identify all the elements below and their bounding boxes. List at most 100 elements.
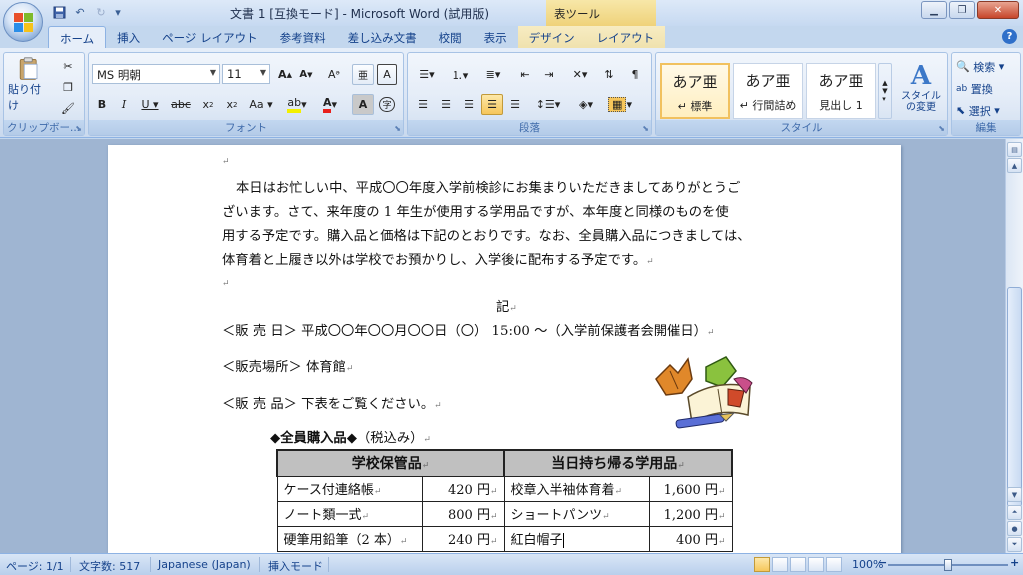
- next-page-icon[interactable]: ⏷: [1007, 537, 1022, 552]
- document-page[interactable]: ↵ 本日はお忙しい中、平成〇〇年度入学前検診にお集まりいただきましてありがとうご…: [108, 145, 901, 553]
- header-school-kept[interactable]: 学校保管品↵: [276, 449, 505, 477]
- draft-view-icon[interactable]: [826, 557, 842, 572]
- table-cell-price[interactable]: 240 円↵: [421, 525, 505, 552]
- previous-page-icon[interactable]: ⏶: [1007, 505, 1022, 520]
- subscript-icon[interactable]: x2: [197, 94, 219, 115]
- bold-icon[interactable]: B: [92, 94, 112, 115]
- find-button[interactable]: 🔍 検索 ▾: [955, 56, 1019, 77]
- table-cell[interactable]: 校章入半袖体育着↵: [503, 475, 650, 502]
- increase-indent-icon[interactable]: ⇥: [538, 64, 560, 85]
- phonetic-guide-icon[interactable]: 亜: [352, 64, 374, 85]
- enclose-characters-icon[interactable]: 字: [377, 94, 397, 115]
- style-no-spacing[interactable]: あア亜 ↵ 行間詰め: [733, 63, 803, 119]
- font-color-icon[interactable]: A ▾: [315, 94, 345, 115]
- styles-gallery-scroll[interactable]: ▲ ▼ ▾: [878, 63, 892, 119]
- zoom-out-icon[interactable]: −: [878, 556, 887, 569]
- scroll-down-icon[interactable]: ▼: [1007, 487, 1022, 502]
- tab-references[interactable]: 参考資料: [269, 26, 337, 49]
- table-cell-price[interactable]: 420 円↵: [421, 475, 505, 502]
- browse-object-icon[interactable]: ●: [1007, 521, 1022, 536]
- shading-icon[interactable]: ◈▾: [570, 94, 602, 115]
- paragraph-launcher-icon[interactable]: ⬊: [642, 124, 649, 133]
- print-layout-view-icon[interactable]: [754, 557, 770, 572]
- table-cell[interactable]: ショートパンツ↵: [503, 500, 650, 527]
- qat-customize-icon[interactable]: ▾: [113, 4, 123, 21]
- scroll-up-icon[interactable]: ▲: [1007, 158, 1022, 173]
- ruler-toggle-icon[interactable]: ▤: [1007, 142, 1022, 157]
- full-screen-reading-view-icon[interactable]: [772, 557, 788, 572]
- format-painter-icon[interactable]: 🖌: [58, 98, 78, 119]
- tab-page-layout[interactable]: ページ レイアウト: [151, 26, 268, 49]
- tab-home[interactable]: ホーム: [48, 26, 107, 49]
- table-cell-price[interactable]: 800 円↵: [421, 500, 505, 527]
- asian-layout-icon[interactable]: ✕▾: [565, 64, 595, 85]
- select-button[interactable]: ⬉ 選択 ▾: [955, 100, 1019, 121]
- align-right-icon[interactable]: ☰: [458, 94, 480, 115]
- font-size-combo[interactable]: 11 ▼: [222, 64, 270, 84]
- tab-view[interactable]: 表示: [473, 26, 518, 49]
- undo-icon[interactable]: ↶: [71, 4, 89, 21]
- table-cell[interactable]: ノート類一式↵: [276, 500, 423, 527]
- cut-icon[interactable]: ✂: [58, 56, 78, 77]
- highlight-icon[interactable]: ab ▾: [282, 94, 312, 115]
- decrease-indent-icon[interactable]: ⇤: [514, 64, 536, 85]
- change-case-icon[interactable]: Aa ▾: [246, 94, 276, 115]
- tab-insert[interactable]: 挿入: [106, 26, 151, 49]
- align-left-icon[interactable]: ☰: [412, 94, 434, 115]
- style-heading1[interactable]: あア亜 見出し 1: [806, 63, 876, 119]
- clipboard-launcher-icon[interactable]: ⬊: [75, 124, 82, 133]
- numbering-icon[interactable]: ⒈▾: [445, 64, 475, 85]
- line-spacing-icon[interactable]: ↕☰▾: [532, 94, 564, 115]
- styles-launcher-icon[interactable]: ⬊: [938, 124, 945, 133]
- redo-icon[interactable]: ↻: [92, 4, 110, 21]
- language-indicator[interactable]: Japanese (Japan): [158, 558, 251, 571]
- bullets-icon[interactable]: ☰▾: [412, 64, 442, 85]
- page-count[interactable]: ページ: 1/1: [6, 558, 64, 574]
- tab-design[interactable]: デザイン: [517, 26, 586, 49]
- vertical-scrollbar[interactable]: ▤ ▲ ▼ ⏶ ● ⏷: [1005, 139, 1023, 553]
- save-icon[interactable]: [50, 4, 68, 21]
- close-button[interactable]: ✕: [977, 1, 1019, 19]
- copy-icon[interactable]: ❐: [58, 77, 78, 98]
- font-name-combo[interactable]: MS 明朝 ▼: [92, 64, 220, 84]
- character-shading-icon[interactable]: A: [352, 94, 374, 115]
- office-button[interactable]: [3, 2, 43, 42]
- character-border-icon[interactable]: A: [377, 64, 397, 85]
- table-cell[interactable]: ケース付連絡帳↵: [276, 475, 423, 502]
- table-cell[interactable]: 硬筆用鉛筆（2 本）↵: [276, 525, 423, 552]
- purchase-table[interactable]: 学校保管品↵ 当日持ち帰る学用品↵ ケース付連絡帳↵ 420 円↵ 校章入半袖体…: [276, 449, 733, 552]
- superscript-icon[interactable]: x2: [221, 94, 243, 115]
- word-count[interactable]: 文字数: 517: [79, 558, 140, 574]
- header-take-home[interactable]: 当日持ち帰る学用品↵: [503, 449, 733, 477]
- tab-review[interactable]: 校閲: [428, 26, 473, 49]
- insert-mode-indicator[interactable]: 挿入モード: [268, 558, 323, 574]
- font-launcher-icon[interactable]: ⬊: [394, 124, 401, 133]
- table-cell-price[interactable]: 1,600 円↵: [648, 475, 733, 502]
- borders-icon[interactable]: ▦ ▾: [604, 94, 636, 115]
- table-cell-price[interactable]: 1,200 円↵: [648, 500, 733, 527]
- paste-button[interactable]: 貼り付け: [7, 56, 51, 114]
- restore-button[interactable]: ❐: [949, 1, 975, 19]
- clear-format-icon[interactable]: Aᵊ: [323, 64, 345, 85]
- tab-mailings[interactable]: 差し込み文書: [337, 26, 428, 49]
- web-layout-view-icon[interactable]: [790, 557, 806, 572]
- help-icon[interactable]: ?: [1002, 29, 1017, 44]
- zoom-in-icon[interactable]: +: [1010, 556, 1019, 569]
- grow-font-icon[interactable]: A ▲: [275, 64, 295, 85]
- show-marks-icon[interactable]: ¶: [624, 64, 646, 85]
- zoom-slider-thumb[interactable]: [944, 559, 952, 571]
- distributed-icon[interactable]: ☰: [504, 94, 526, 115]
- italic-icon[interactable]: I: [114, 94, 134, 115]
- replace-button[interactable]: ab 置換: [955, 78, 1019, 99]
- multilevel-list-icon[interactable]: ≣▾: [478, 64, 508, 85]
- align-center-icon[interactable]: ☰: [435, 94, 457, 115]
- table-cell-price[interactable]: 400 円↵: [648, 525, 733, 552]
- table-cell[interactable]: 紅白帽子: [503, 525, 650, 552]
- tab-layout[interactable]: レイアウト: [585, 26, 666, 49]
- style-normal[interactable]: あア亜 ↵ 標準: [660, 63, 730, 119]
- strikethrough-icon[interactable]: abc: [167, 94, 195, 115]
- underline-icon[interactable]: U ▾: [136, 94, 164, 115]
- minimize-button[interactable]: ▁: [921, 1, 947, 19]
- sort-icon[interactable]: ⇅: [598, 64, 620, 85]
- shrink-font-icon[interactable]: A ▼: [296, 64, 316, 85]
